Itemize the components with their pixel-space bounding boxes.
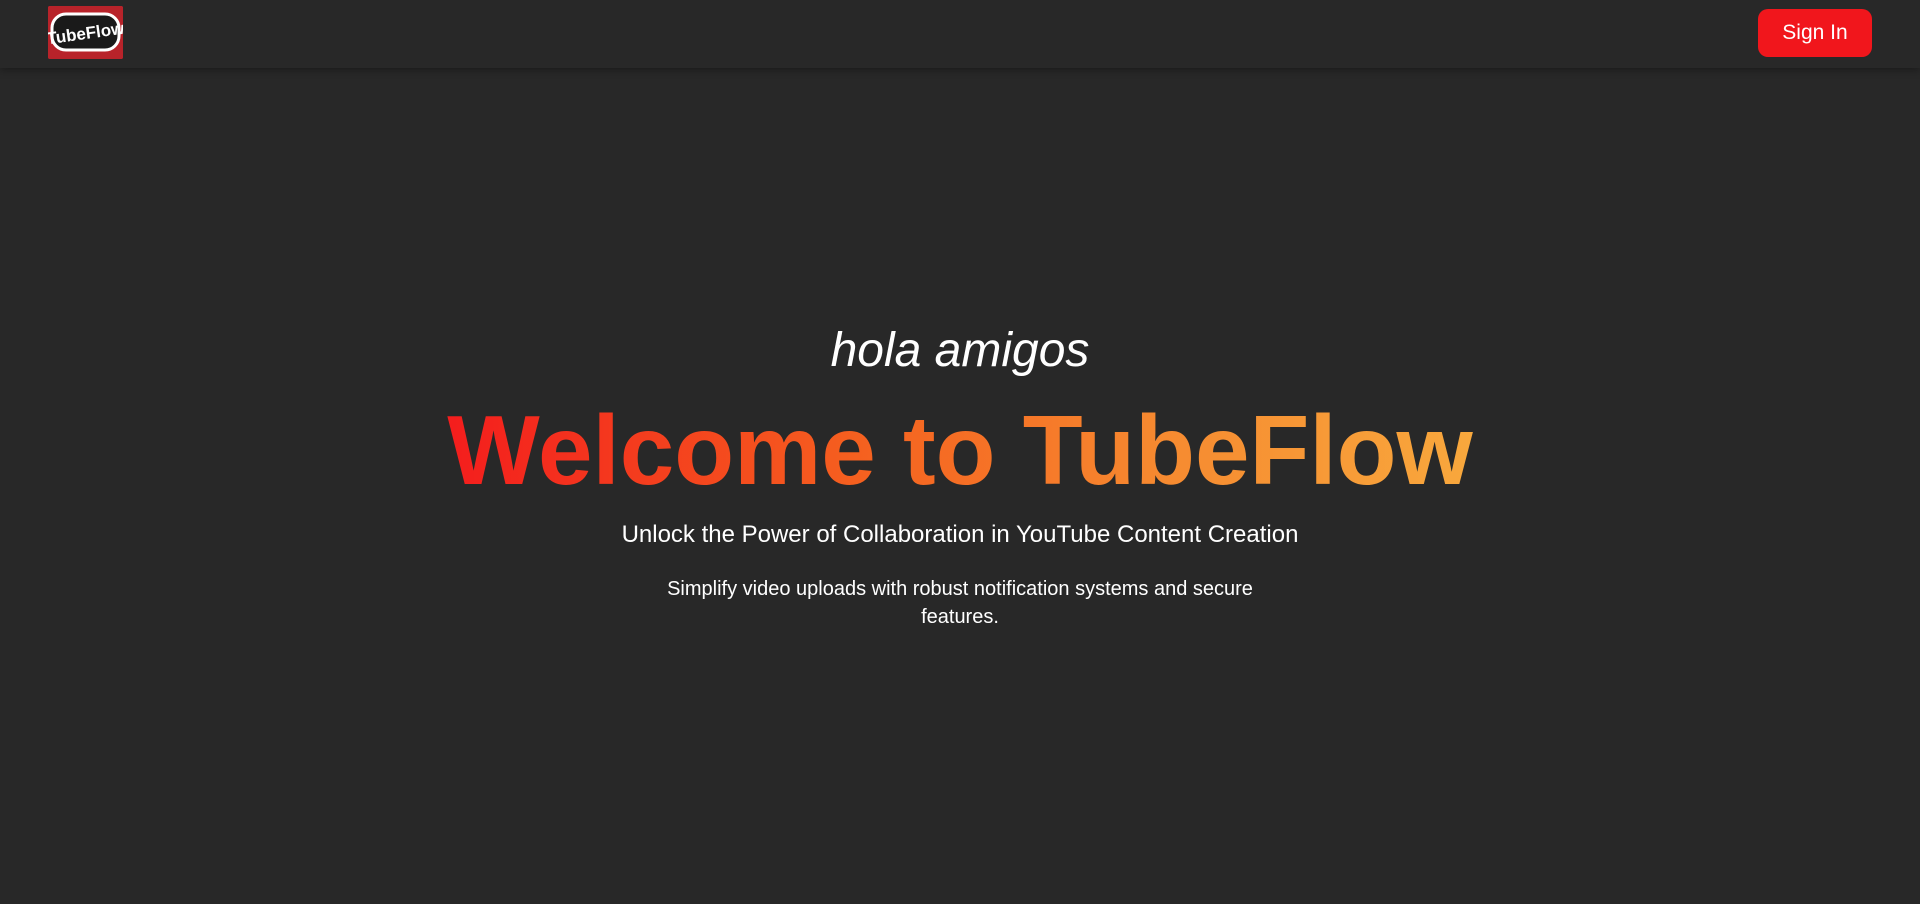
navbar: TubeFlow Sign In	[0, 0, 1920, 68]
sign-in-button[interactable]: Sign In	[1758, 9, 1872, 57]
hero-section: hola amigos Welcome to TubeFlow Unlock t…	[0, 0, 1920, 904]
page-title: Welcome to TubeFlow	[0, 395, 1920, 505]
tagline: Unlock the Power of Collaboration in You…	[621, 521, 1299, 548]
tubeflow-logo-icon: TubeFlow	[48, 6, 123, 59]
description: Simplify video uploads with robust notif…	[667, 578, 1253, 628]
tubeflow-logo[interactable]: TubeFlow	[48, 6, 123, 59]
page-title-text: Welcome to TubeFlow	[447, 395, 1473, 505]
greeting-text: hola amigos	[830, 324, 1090, 377]
